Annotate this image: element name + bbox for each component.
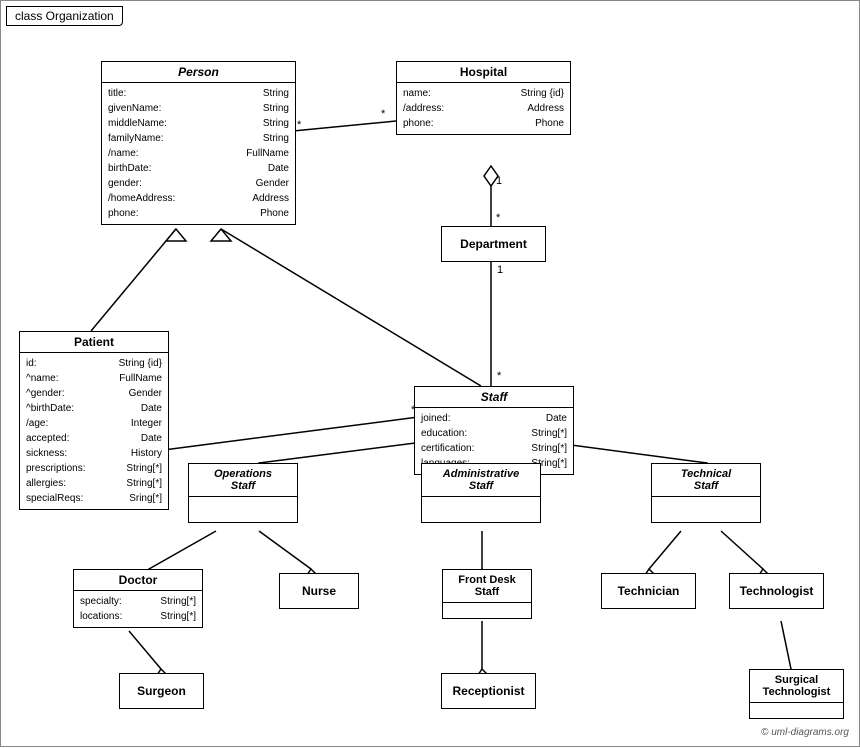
technical-staff-title: Technical Staff [652, 464, 760, 497]
technical-staff-box: Technical Staff [651, 463, 761, 523]
operations-staff-box: Operations Staff [188, 463, 298, 523]
administrative-staff-title: Administrative Staff [422, 464, 540, 497]
patient-title: Patient [20, 332, 168, 353]
technician-box: Technician [601, 573, 696, 609]
copyright: © uml-diagrams.org [761, 727, 849, 738]
person-title: Person [102, 62, 295, 83]
surgical-technologist-title: Surgical Technologist [750, 670, 843, 703]
patient-box: Patient id:String {id} ^name:FullName ^g… [19, 331, 169, 510]
diagram-container: class Organization * * 1 * 1 * [0, 0, 860, 747]
doctor-title: Doctor [74, 570, 202, 591]
receptionist-title: Receptionist [452, 684, 524, 698]
technologist-title: Technologist [740, 584, 814, 598]
hospital-title: Hospital [397, 62, 570, 83]
staff-box: Staff joined:Date education:String[*] ce… [414, 386, 574, 475]
staff-title: Staff [415, 387, 573, 408]
diagram-title: class Organization [6, 6, 123, 26]
svg-text:1: 1 [497, 264, 503, 276]
nurse-title: Nurse [302, 584, 336, 598]
administrative-staff-box: Administrative Staff [421, 463, 541, 523]
svg-text:*: * [496, 212, 501, 224]
surgeon-box: Surgeon [119, 673, 204, 709]
department-title: Department [442, 233, 545, 255]
surgeon-title: Surgeon [137, 684, 186, 698]
person-attrs: title:String givenName:String middleName… [102, 83, 295, 224]
department-box: Department [441, 226, 546, 262]
nurse-box: Nurse [279, 573, 359, 609]
surgical-technologist-box: Surgical Technologist [749, 669, 844, 719]
patient-attrs: id:String {id} ^name:FullName ^gender:Ge… [20, 353, 168, 509]
hospital-box: Hospital name:String {id} /address:Addre… [396, 61, 571, 135]
front-desk-staff-box: Front Desk Staff [442, 569, 532, 619]
receptionist-box: Receptionist [441, 673, 536, 709]
hospital-attrs: name:String {id} /address:Address phone:… [397, 83, 570, 134]
operations-staff-title: Operations Staff [189, 464, 297, 497]
doctor-attrs: specialty:String[*] locations:String[*] [74, 591, 202, 627]
svg-text:*: * [297, 119, 302, 131]
front-desk-staff-title: Front Desk Staff [443, 570, 531, 603]
technician-title: Technician [618, 584, 680, 598]
svg-text:*: * [497, 370, 502, 382]
doctor-box: Doctor specialty:String[*] locations:Str… [73, 569, 203, 628]
person-box: Person title:String givenName:String mid… [101, 61, 296, 225]
svg-text:*: * [381, 108, 386, 120]
svg-text:1: 1 [496, 175, 502, 187]
technologist-box: Technologist [729, 573, 824, 609]
